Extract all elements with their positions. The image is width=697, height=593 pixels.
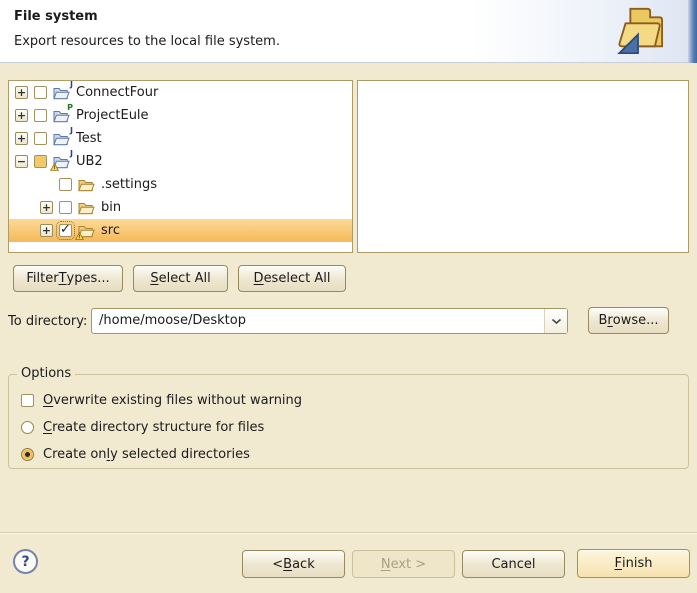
- tree-row-src-selected[interactable]: + src: [9, 219, 352, 242]
- checkbox-bin[interactable]: [59, 201, 72, 214]
- java-badge: J: [70, 127, 73, 135]
- combo-dropdown-button[interactable]: [544, 309, 567, 333]
- expand-toggle-icon[interactable]: +: [40, 224, 53, 237]
- expand-toggle-icon[interactable]: +: [15, 109, 28, 122]
- chevron-down-icon: [551, 318, 562, 325]
- warning-overlay-icon: [50, 163, 59, 171]
- overwrite-label[interactable]: Overwrite existing files without warning: [43, 393, 302, 408]
- mnemonic: B: [283, 557, 292, 572]
- browse-button[interactable]: Browse...: [588, 307, 669, 334]
- tree-item-label[interactable]: .settings: [100, 177, 157, 192]
- overwrite-option[interactable]: Overwrite existing files without warning: [21, 390, 688, 410]
- options-group-legend: Options: [17, 366, 75, 381]
- java-project-folder-icon: J: [53, 132, 70, 146]
- project-folder-icon: P: [53, 109, 70, 123]
- create-selected-label[interactable]: Create only selected directories: [43, 447, 250, 462]
- tree-row-projecteule[interactable]: + P ProjectEule: [9, 104, 352, 127]
- back-button[interactable]: < Back: [242, 550, 345, 578]
- deselect-all-button[interactable]: Deselect All: [238, 265, 346, 292]
- checkbox-settings[interactable]: [59, 178, 72, 191]
- tree-row-settings[interactable]: .settings: [9, 173, 352, 196]
- filter-types-button[interactable]: Filter Types...: [13, 265, 123, 292]
- java-badge: J: [70, 150, 73, 158]
- mnemonic: S: [150, 271, 158, 286]
- folder-warning-icon: [78, 224, 95, 238]
- label-part: <: [272, 557, 283, 572]
- overwrite-checkbox[interactable]: [21, 394, 34, 407]
- tree-row-test[interactable]: + J Test: [9, 127, 352, 150]
- cancel-button[interactable]: Cancel: [462, 550, 565, 578]
- page-subtitle: Export resources to the local file syste…: [14, 34, 280, 49]
- create-structure-radio[interactable]: [21, 421, 34, 434]
- expand-toggle-icon[interactable]: +: [40, 201, 53, 214]
- next-button-disabled[interactable]: Next >: [352, 550, 455, 578]
- collapse-toggle-icon[interactable]: −: [15, 155, 28, 168]
- java-project-folder-icon: J: [53, 86, 70, 100]
- tree-item-label[interactable]: src: [100, 223, 120, 238]
- expand-toggle-icon[interactable]: +: [15, 86, 28, 99]
- folder-icon: [78, 201, 95, 215]
- checkbox-projecteule[interactable]: [34, 109, 47, 122]
- label-part: ack: [292, 557, 315, 572]
- label-part: inish: [622, 556, 652, 571]
- create-selected-option[interactable]: Create only selected directories: [21, 444, 688, 464]
- tree-row-ub2[interactable]: − J UB2: [9, 150, 352, 173]
- label-part: owse...: [613, 313, 659, 328]
- label-part: ypes...: [67, 271, 110, 286]
- folder-icon: [78, 178, 95, 192]
- question-mark-icon: ?: [21, 554, 29, 570]
- label-part: Filter: [26, 271, 58, 286]
- checkbox-src-checked[interactable]: [59, 224, 72, 237]
- label-part: Cancel: [491, 557, 535, 572]
- tree-item-label[interactable]: Test: [75, 131, 102, 146]
- options-group: Options Overwrite existing files without…: [8, 374, 689, 469]
- to-directory-label: To directory:: [8, 314, 87, 329]
- create-structure-label[interactable]: Create directory structure for files: [43, 420, 264, 435]
- directory-value[interactable]: /home/moose/Desktop: [92, 309, 544, 333]
- mnemonic: T: [59, 271, 67, 286]
- expand-toggle-icon[interactable]: +: [15, 132, 28, 145]
- tree-item-label[interactable]: ProjectEule: [75, 108, 149, 123]
- banner-blue-strip: [688, 0, 697, 63]
- label-part: B: [598, 313, 607, 328]
- mnemonic: D: [254, 271, 264, 286]
- selected-resources-panel[interactable]: [357, 80, 689, 253]
- checkbox-connectfour[interactable]: [34, 86, 47, 99]
- header-banner: File system Export resources to the loca…: [0, 0, 697, 63]
- create-structure-option[interactable]: Create directory structure for files: [21, 417, 688, 437]
- label-part: ext >: [391, 557, 427, 572]
- tree-item-label[interactable]: UB2: [75, 154, 103, 169]
- tree-row-connectfour[interactable]: + J ConnectFour: [9, 81, 352, 104]
- create-selected-radio-selected[interactable]: [21, 448, 34, 461]
- resource-tree: + J ConnectFour + P ProjectEule + J: [8, 80, 353, 253]
- mnemonic: F: [615, 556, 622, 571]
- label-part: elect All: [159, 271, 211, 286]
- tree-item-label[interactable]: bin: [100, 200, 121, 215]
- tree-item-label[interactable]: ConnectFour: [75, 85, 158, 100]
- checkbox-ub2-mixed[interactable]: [34, 155, 47, 168]
- page-title: File system: [14, 9, 98, 24]
- footer-separator: [0, 532, 697, 534]
- export-wizard-dialog: File system Export resources to the loca…: [0, 0, 697, 593]
- warning-overlay-icon: [75, 232, 84, 240]
- checkbox-test[interactable]: [34, 132, 47, 145]
- java-project-folder-warning-icon: J: [53, 155, 70, 169]
- export-folder-icon: [615, 5, 673, 61]
- directory-combo[interactable]: /home/moose/Desktop: [91, 308, 568, 334]
- label-part: eselect All: [264, 271, 331, 286]
- tree-row-bin[interactable]: + bin: [9, 196, 352, 219]
- help-button[interactable]: ?: [13, 549, 38, 574]
- select-all-button[interactable]: Select All: [133, 265, 228, 292]
- project-badge: P: [67, 104, 73, 112]
- finish-button[interactable]: Finish: [577, 549, 690, 578]
- java-badge: J: [70, 81, 73, 89]
- mnemonic: N: [381, 557, 391, 572]
